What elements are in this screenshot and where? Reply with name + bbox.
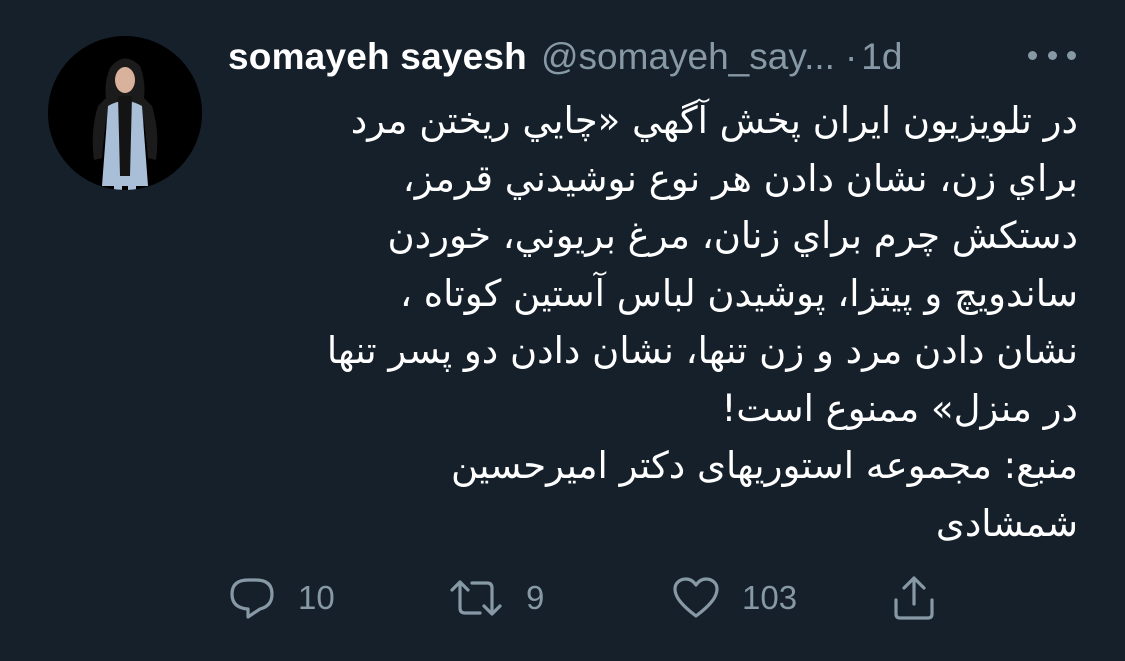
- like-count: 103: [742, 579, 798, 616]
- retweet-button[interactable]: 9: [448, 570, 544, 626]
- share-icon: [894, 576, 934, 620]
- timestamp[interactable]: 1d: [861, 36, 902, 78]
- more-dot: [1047, 50, 1057, 60]
- tweet-text-line: براي زن، نشان دادن هر نوع نوشيدني قرمز،: [402, 156, 1078, 200]
- avatar[interactable]: [48, 36, 202, 190]
- username-handle[interactable]: @somayeh_say...: [541, 36, 835, 78]
- tweet-text-line: در منزل» ممنوع است!: [721, 386, 1078, 430]
- tweet-text-line: در تلویزیون ایران پخش آگهي «چايي ريختن م…: [350, 99, 1078, 142]
- tweet-text-line: ساندويچ و پيتزا، پوشيدن لباس آستين كوتاه…: [400, 271, 1078, 315]
- share-button[interactable]: [890, 570, 938, 626]
- reply-count: 10: [298, 579, 335, 616]
- reply-button[interactable]: 10: [228, 570, 335, 626]
- action-bar: 10 9 103: [0, 570, 1125, 630]
- tweet[interactable]: somayeh sayesh @somayeh_say... · 1d در ت…: [0, 0, 1125, 661]
- tweet-header: somayeh sayesh @somayeh_say... · 1d: [228, 30, 902, 84]
- tweet-text-line: شمشادی: [935, 501, 1078, 545]
- more-options-icon[interactable]: [1028, 38, 1076, 72]
- more-dot: [1067, 50, 1076, 60]
- avatar-image: [48, 36, 202, 190]
- like-button[interactable]: 103: [672, 570, 797, 626]
- tweet-text: در تلویزیون ایران پخش آگهي «چايي ريختن م…: [228, 92, 1078, 552]
- tweet-text-line: دستكش چرم براي زنان، مرغ بريوني، خوردن: [387, 214, 1078, 257]
- retweet-count: 9: [526, 579, 545, 616]
- reply-icon: [230, 578, 274, 619]
- heart-icon: [673, 577, 719, 618]
- more-dot: [1028, 50, 1037, 60]
- display-name[interactable]: somayeh sayesh: [228, 36, 527, 78]
- retweet-icon: [450, 580, 502, 616]
- tweet-text-line: منبع: مجموعه استوريهای دکتر اميرحسين: [450, 444, 1078, 487]
- separator-dot: ·: [844, 36, 858, 77]
- tweet-text-line: نشان دادن مرد و زن تنها، نشان دادن دو پس…: [326, 329, 1078, 372]
